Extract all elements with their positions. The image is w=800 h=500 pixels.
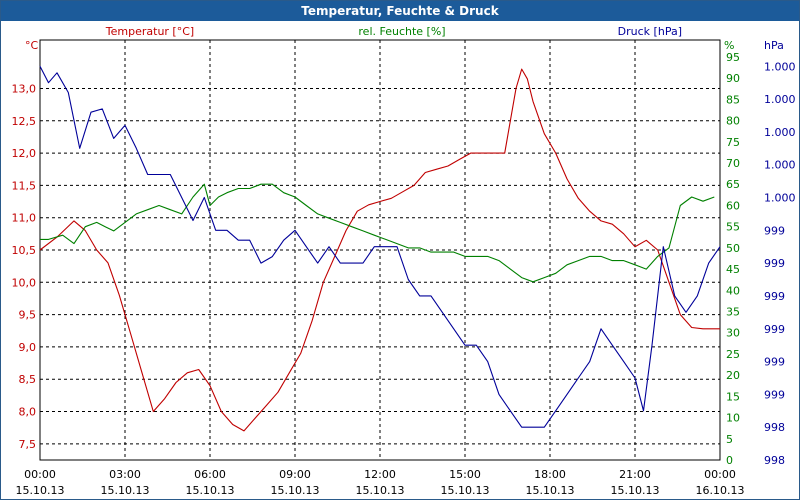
- humidity-tick-label: 45: [726, 263, 740, 276]
- x-tick-date: 15.10.13: [101, 484, 150, 497]
- humidity-tick-label: 10: [726, 412, 740, 425]
- x-tick-date: 16.10.13: [696, 484, 745, 497]
- x-tick-date: 15.10.13: [611, 484, 660, 497]
- x-tick-date: 15.10.13: [16, 484, 65, 497]
- temperature-tick-label: 8,5: [19, 373, 37, 386]
- humidity-tick-label: 80: [726, 115, 740, 128]
- humidity-tick-label: 70: [726, 157, 740, 170]
- humidity-tick-label: 90: [726, 72, 740, 85]
- x-tick-time: 18:00: [534, 468, 566, 481]
- temperature-tick-label: 13,0: [12, 82, 37, 95]
- pressure-tick-label: 1.000: [764, 93, 796, 106]
- pressure-tick-label: 998: [764, 421, 785, 434]
- pressure-axis-label: Druck [hPa]: [618, 25, 682, 38]
- x-tick-time: 15:00: [449, 468, 481, 481]
- humidity-tick-label: 15: [726, 390, 740, 403]
- humidity-tick-label: 85: [726, 93, 740, 106]
- x-tick-date: 15.10.13: [441, 484, 490, 497]
- pressure-tick-label: 1.000: [764, 60, 796, 73]
- humidity-tick-label: 55: [726, 221, 740, 234]
- pressure-tick-label: 999: [764, 224, 785, 237]
- pressure-tick-label: 1.000: [764, 192, 796, 205]
- humidity-tick-label: 75: [726, 136, 740, 149]
- x-tick-date: 15.10.13: [186, 484, 235, 497]
- pressure-tick-label: 999: [764, 323, 785, 336]
- pressure-tick-label: 1.000: [764, 126, 796, 139]
- pressure-unit-label: hPa: [764, 39, 784, 52]
- humidity-tick-label: 40: [726, 284, 740, 297]
- x-tick-time: 00:00: [24, 468, 56, 481]
- humidity-tick-label: 20: [726, 369, 740, 382]
- x-tick-time: 06:00: [194, 468, 226, 481]
- x-tick-date: 15.10.13: [526, 484, 575, 497]
- pressure-tick-label: 999: [764, 290, 785, 303]
- temperature-axis-label: Temperatur [°C]: [105, 25, 194, 38]
- temperature-tick-label: 10,5: [12, 244, 37, 257]
- temperature-tick-label: 12,5: [12, 115, 37, 128]
- temperature-tick-label: 7,5: [19, 438, 37, 451]
- temperature-tick-label: 12,0: [12, 147, 37, 160]
- pressure-tick-label: 1.000: [764, 159, 796, 172]
- pressure-tick-label: 998: [764, 454, 785, 467]
- humidity-axis-label: rel. Feuchte [%]: [358, 25, 445, 38]
- humidity-tick-label: 60: [726, 199, 740, 212]
- humidity-tick-label: 25: [726, 348, 740, 361]
- humidity-tick-label: 50: [726, 242, 740, 255]
- humidity-tick-label: 65: [726, 178, 740, 191]
- temperature-tick-label: 9,0: [19, 341, 37, 354]
- pressure-tick-label: 999: [764, 356, 785, 369]
- x-tick-date: 15.10.13: [356, 484, 405, 497]
- humidity-tick-label: 30: [726, 327, 740, 340]
- humidity-tick-label: 0: [726, 454, 733, 467]
- humidity-tick-label: 5: [726, 433, 733, 446]
- humidity-tick-label: 95: [726, 51, 740, 64]
- humidity-tick-label: 35: [726, 306, 740, 319]
- temperature-tick-label: 11,0: [12, 212, 37, 225]
- chart-plot: 00:00 15.10.13 03:00 15.10.13 06:00 15.10.13 0…: [12, 25, 796, 497]
- x-tick-time: 00:00: [704, 468, 736, 481]
- temperature-unit-label: °C: [25, 39, 39, 52]
- x-tick-date: 15.10.13: [271, 484, 320, 497]
- pressure-tick-label: 999: [764, 388, 785, 401]
- pressure-tick-label: 999: [764, 257, 785, 270]
- x-tick-time: 21:00: [619, 468, 651, 481]
- temperature-tick-label: 10,0: [12, 276, 37, 289]
- temperature-tick-label: 8,0: [19, 406, 37, 419]
- temperature-tick-label: 11,5: [12, 179, 37, 192]
- x-tick-time: 12:00: [364, 468, 396, 481]
- x-tick-time: 09:00: [279, 468, 311, 481]
- x-tick-time: 03:00: [109, 468, 141, 481]
- temperature-tick-label: 9,5: [19, 309, 37, 322]
- humidity-unit-label: %: [724, 39, 734, 52]
